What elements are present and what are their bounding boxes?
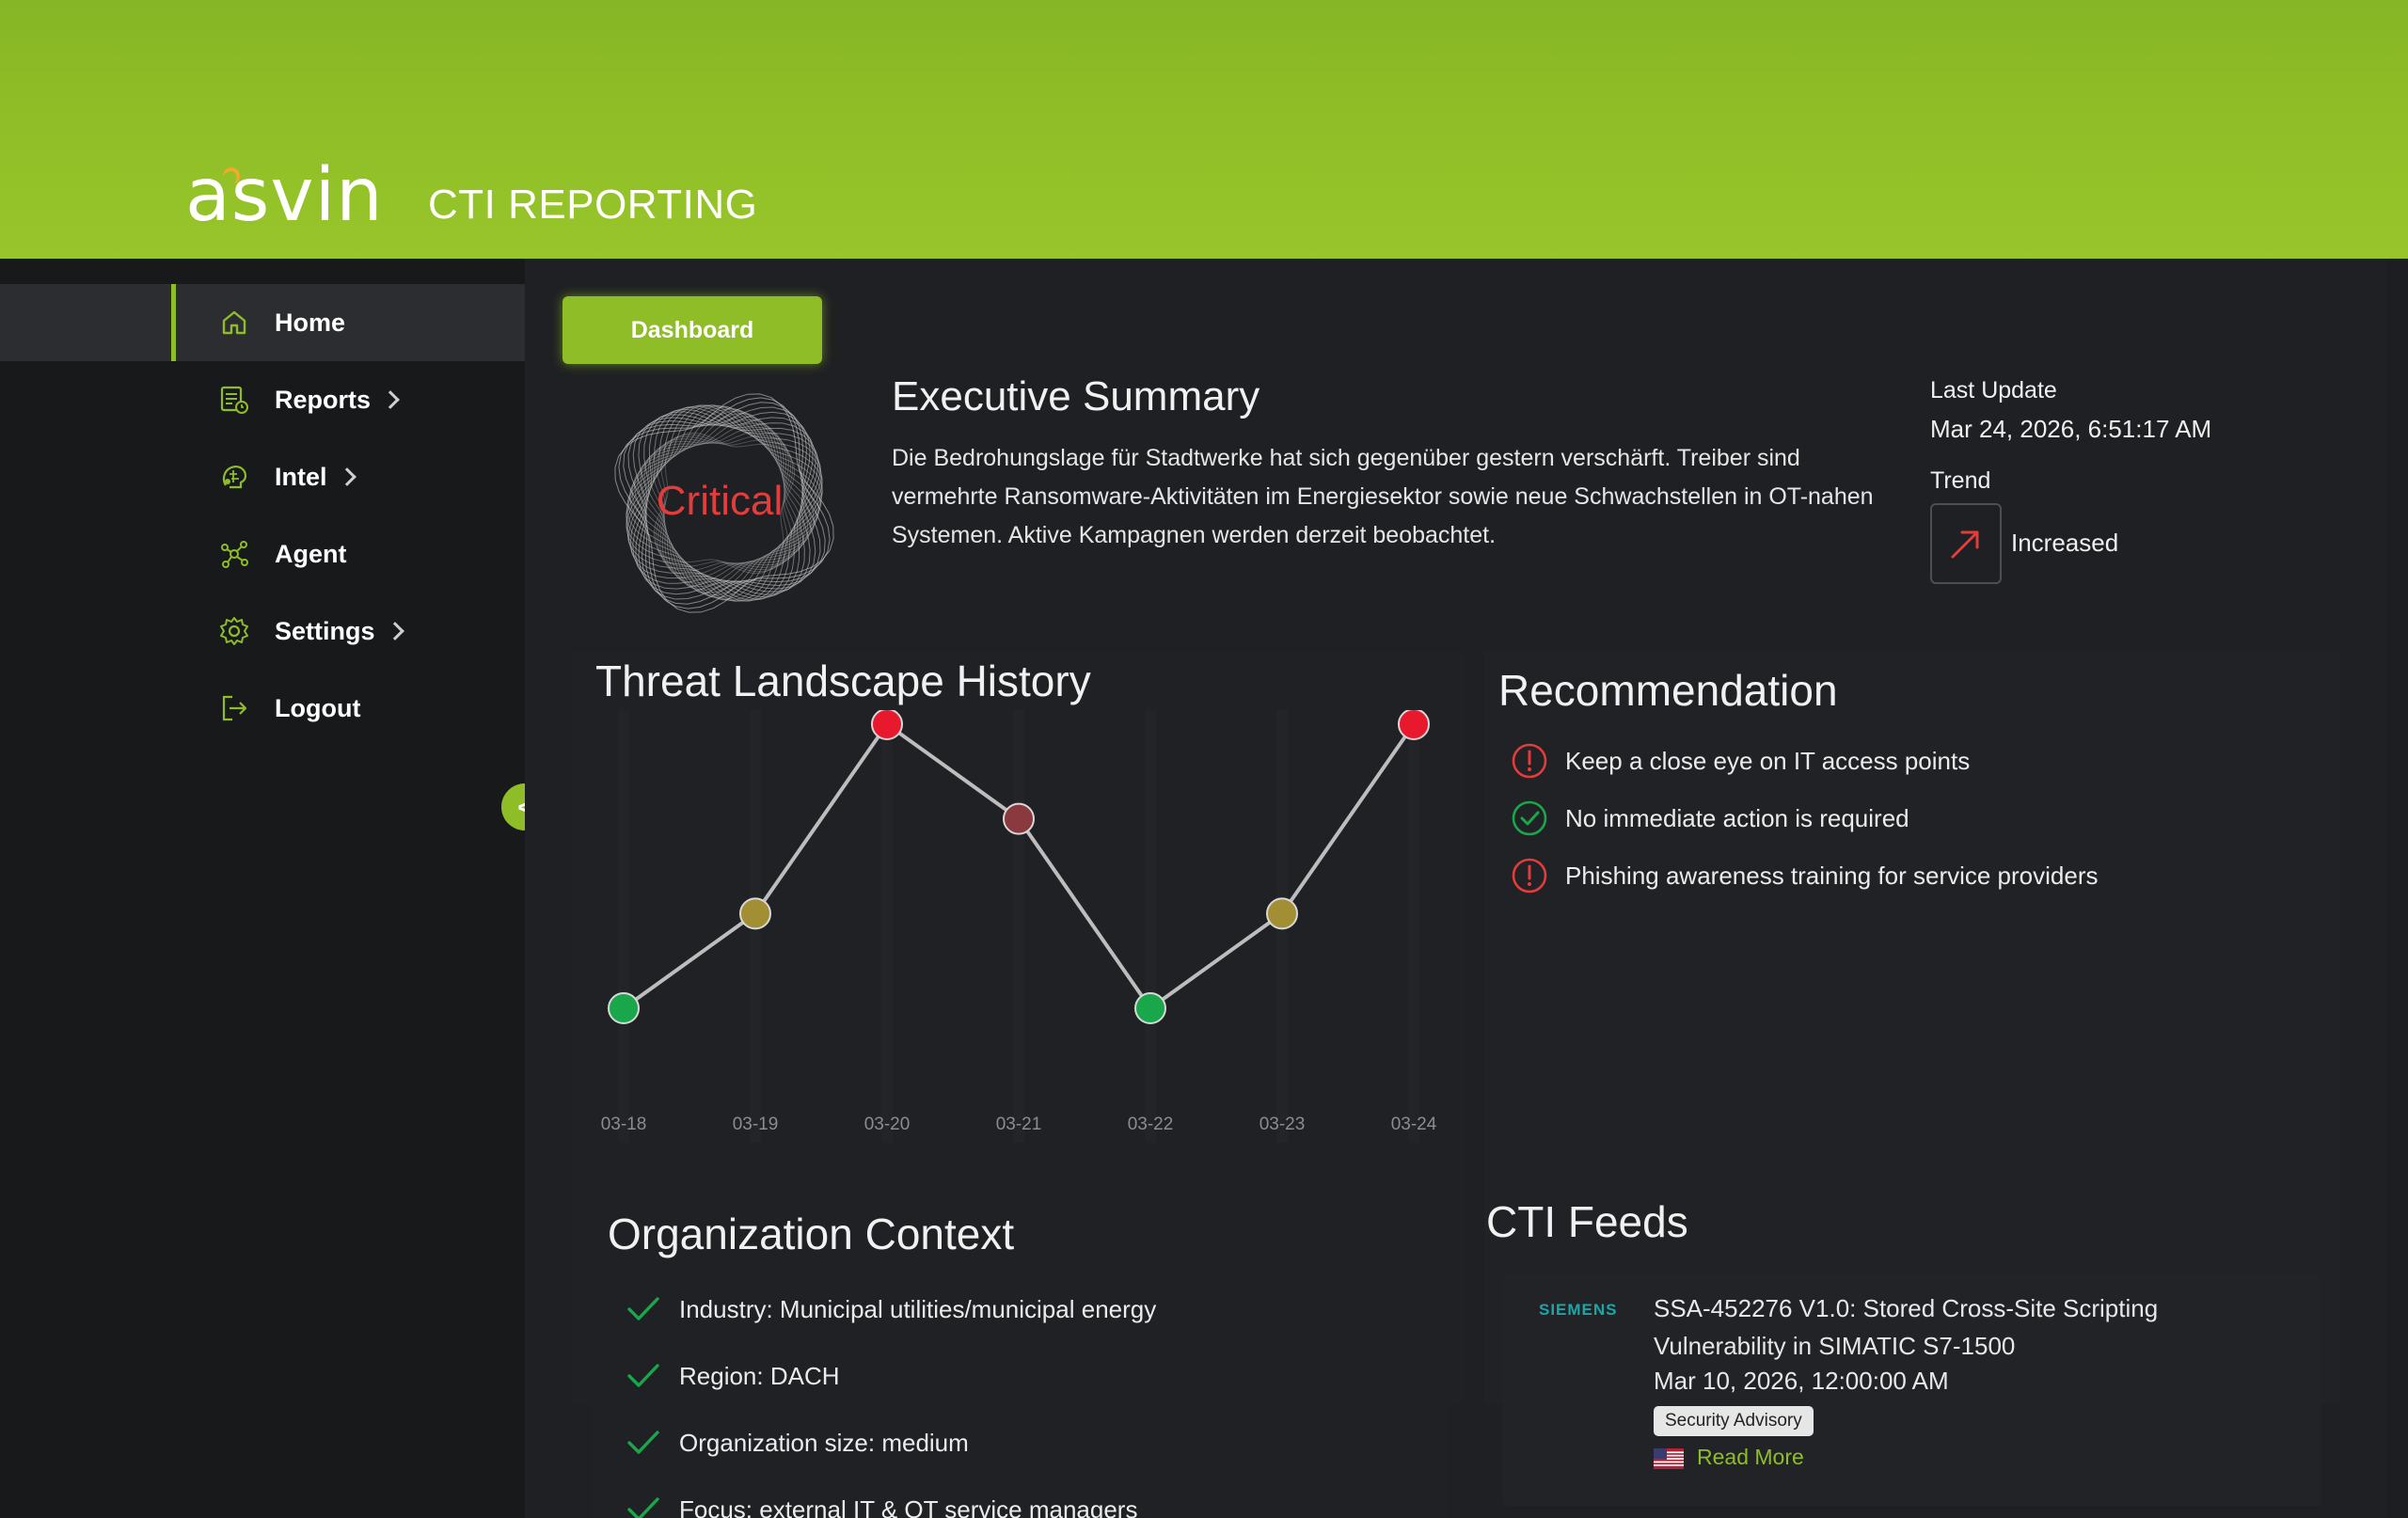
sidebar-item-label: Reports	[275, 385, 372, 414]
app-header: asvin CTI REPORTING	[0, 0, 2408, 259]
sidebar-item-intel[interactable]: Intel	[171, 438, 525, 515]
check-icon	[627, 1364, 659, 1387]
check-icon	[627, 1431, 659, 1454]
org-context-item: Organization size: medium	[626, 1424, 969, 1462]
sidebar: Home Reports Intel Agent Settings Logout	[0, 259, 525, 1518]
chevron-right-icon	[337, 467, 356, 486]
chevron-right-icon	[385, 622, 404, 640]
intel-icon	[218, 461, 250, 493]
org-context-item: Region: DACH	[626, 1357, 840, 1395]
cti-feed-date: Mar 10, 2026, 12:00:00 AM	[1654, 1367, 1949, 1395]
read-more-link[interactable]: Read More	[1697, 1445, 1804, 1470]
org-context-item: Industry: Municipal utilities/municipal …	[626, 1290, 1156, 1328]
us-flag-icon	[1654, 1448, 1684, 1469]
check-icon	[627, 1297, 659, 1320]
sidebar-item-settings[interactable]: Settings	[171, 593, 525, 670]
logo-text: asvin	[185, 153, 384, 238]
org-context-text: Industry: Municipal utilities/municipal …	[679, 1294, 1157, 1323]
sidebar-item-logout[interactable]: Logout	[171, 670, 525, 747]
asvin-logo[interactable]: asvin	[185, 158, 383, 233]
chevron-right-icon	[381, 390, 400, 409]
org-context-text: Region: DACH	[679, 1361, 840, 1390]
vendor-logo-siemens: SIEMENS	[1539, 1301, 1618, 1319]
home-icon	[218, 307, 250, 339]
sidebar-item-label: Intel	[275, 462, 327, 491]
org-context-text: Focus: external IT & OT service managers	[679, 1494, 1138, 1518]
sidebar-item-label: Agent	[275, 539, 347, 568]
org-context-item: Focus: external IT & OT service managers	[626, 1491, 1137, 1518]
cti-feed-headline[interactable]: SSA-452276 V1.0: Stored Cross-Site Scrip…	[1654, 1289, 2218, 1365]
cti-feed-tag: Security Advisory	[1654, 1406, 1814, 1436]
sidebar-item-home[interactable]: Home	[0, 284, 525, 361]
reports-icon	[218, 384, 250, 416]
sidebar-item-agent[interactable]: Agent	[171, 515, 525, 593]
sidebar-item-label: Home	[275, 308, 346, 337]
app-title: CTI REPORTING	[428, 182, 758, 228]
check-icon	[627, 1497, 659, 1518]
agent-icon	[218, 538, 250, 570]
gear-icon	[218, 615, 250, 647]
sidebar-item-label: Logout	[275, 693, 361, 722]
sidebar-item-reports[interactable]: Reports	[171, 361, 525, 438]
logout-icon	[218, 692, 250, 724]
org-context-text: Organization size: medium	[679, 1428, 969, 1457]
sidebar-item-label: Settings	[275, 616, 375, 645]
